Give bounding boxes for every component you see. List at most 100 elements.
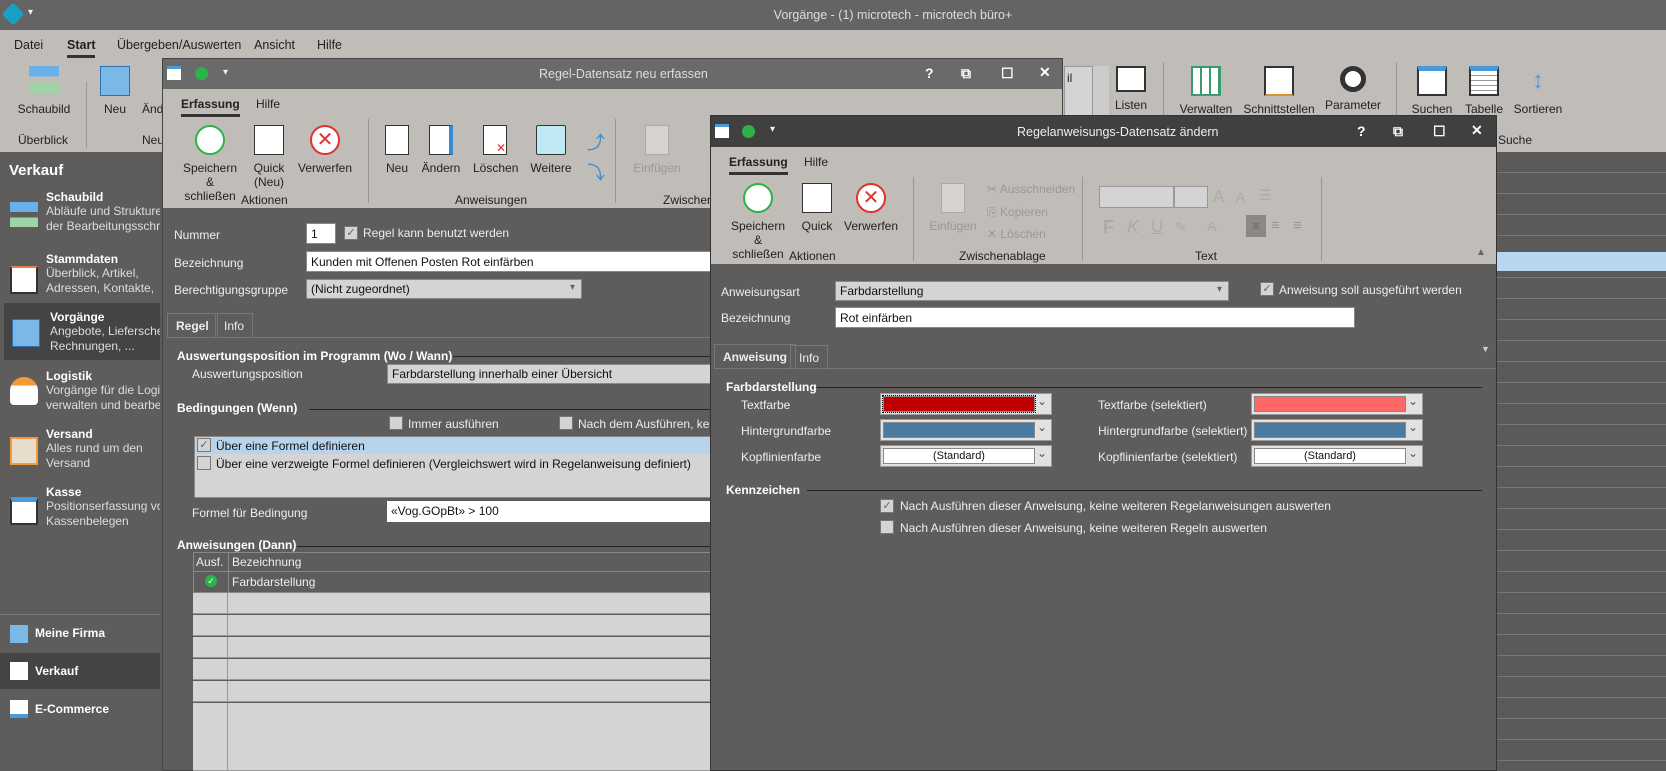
- kopflinienfarbe-picker[interactable]: (Standard): [880, 445, 1052, 467]
- menu-ansicht[interactable]: Ansicht: [254, 38, 295, 52]
- menu-start[interactable]: Start: [67, 38, 96, 58]
- sidebar-bottom-verkauf[interactable]: Verkauf: [0, 653, 160, 689]
- highlight-icon[interactable]: ✎: [1175, 219, 1187, 236]
- sidebar-bottom-meine-firma[interactable]: Meine Firma: [0, 617, 160, 651]
- kopieren-button[interactable]: ⎘ Kopieren: [987, 205, 1048, 220]
- tab-info[interactable]: Info: [790, 345, 829, 370]
- einfuegen-button[interactable]: Einfügen: [633, 125, 681, 175]
- menu-hilfe[interactable]: Hilfe: [317, 38, 342, 52]
- tab-erfassung[interactable]: Erfassung: [729, 155, 788, 175]
- keine-regeln-checkbox[interactable]: [880, 520, 894, 534]
- berechtigungsgruppe-select[interactable]: (Nicht zugeordnet): [306, 279, 582, 299]
- schnittstellen-button[interactable]: Schnittstellen: [1242, 66, 1316, 116]
- empty-row[interactable]: [193, 703, 713, 771]
- kopflinienfarbe-selektiert-picker[interactable]: (Standard): [1251, 445, 1423, 467]
- sidebar-item-logistik[interactable]: LogistikVorgänge für die Logistikverwalt…: [0, 369, 160, 424]
- listen-button[interactable]: Listen: [1113, 66, 1149, 112]
- help-button[interactable]: ?: [1357, 123, 1366, 139]
- quick-new-button[interactable]: Quick (Neu): [251, 125, 287, 189]
- empty-row[interactable]: [193, 681, 713, 702]
- align-left-icon[interactable]: ≡: [1246, 215, 1266, 237]
- restore-button[interactable]: ⧉: [1393, 123, 1403, 140]
- restore-button[interactable]: ⧉: [961, 65, 971, 82]
- regel-aktiv-checkbox[interactable]: ✓: [344, 226, 358, 240]
- anweisung-row[interactable]: ✓ Farbdarstellung: [193, 572, 713, 593]
- tab-hilfe[interactable]: Hilfe: [804, 155, 828, 169]
- sidebar-item-schaubild[interactable]: Schaubild Abläufe und Strukturen der Bearb…: [0, 190, 160, 245]
- hintergrundfarbe-selektiert-picker[interactable]: [1251, 419, 1423, 441]
- tab-info[interactable]: Info: [215, 313, 254, 338]
- collapse-ribbon-icon[interactable]: ▲: [1476, 247, 1486, 258]
- font-shrink-icon[interactable]: A: [1236, 189, 1245, 205]
- option-verzweigt-checkbox[interactable]: [197, 456, 211, 470]
- quick-access-icon[interactable]: ▾: [223, 67, 228, 78]
- align-right-icon[interactable]: ≡: [1293, 217, 1302, 234]
- close-button[interactable]: ✕: [1471, 122, 1483, 139]
- underline-icon[interactable]: U: [1151, 217, 1163, 237]
- font-size-select[interactable]: [1174, 186, 1208, 208]
- aendern-main-button[interactable]: Änd: [142, 102, 163, 116]
- anweisungsart-select[interactable]: Farbdarstellung: [835, 281, 1229, 301]
- sidebar-item-vorgaenge[interactable]: VorgängeAngebote, Lieferscheine,Rechnung…: [4, 303, 160, 360]
- italic-icon[interactable]: K: [1127, 217, 1139, 238]
- tab-hilfe[interactable]: Hilfe: [256, 97, 280, 111]
- font-color-icon[interactable]: A: [1207, 218, 1216, 234]
- align-center-icon[interactable]: ≡: [1271, 217, 1280, 234]
- sidebar-item-versand[interactable]: Versand Alles rund um den Versand: [0, 427, 160, 482]
- suchen-button[interactable]: Suchen: [1410, 66, 1454, 116]
- help-button[interactable]: ?: [925, 65, 934, 81]
- quick-button[interactable]: Quick: [799, 183, 835, 233]
- option-formel-checkbox[interactable]: ✓: [197, 438, 211, 452]
- empty-row[interactable]: [193, 637, 713, 658]
- tabelle-button[interactable]: Tabelle: [1464, 66, 1504, 116]
- hintergrundfarbe-picker[interactable]: [880, 419, 1052, 441]
- tab-menu-icon[interactable]: ▼: [1481, 344, 1490, 354]
- loeschen-button[interactable]: ✕ Löschen: [987, 227, 1046, 241]
- anweisung-ausfuehren-checkbox[interactable]: ✓: [1260, 282, 1274, 296]
- verwalten-button[interactable]: Verwalten: [1178, 66, 1234, 116]
- ausschneiden-button[interactable]: ✂ Ausschneiden: [987, 182, 1075, 196]
- immer-ausfuehren-checkbox[interactable]: [389, 416, 403, 430]
- textfarbe-selektiert-picker[interactable]: [1251, 393, 1423, 415]
- save-close-button[interactable]: Speichern & schließen: [181, 125, 239, 203]
- save-close-button[interactable]: Speichern & schließen: [727, 183, 789, 261]
- close-button[interactable]: ✕: [1039, 64, 1051, 81]
- empty-row[interactable]: [193, 659, 713, 680]
- menu-uebergeben[interactable]: Übergeben/Auswerten: [117, 38, 241, 52]
- anweisung-aendern-button[interactable]: Ändern: [421, 125, 461, 175]
- anweisung-neu-button[interactable]: Neu: [381, 125, 413, 175]
- overview-grid[interactable]: [1497, 152, 1666, 771]
- keine-regelanweisungen-checkbox[interactable]: ✓: [880, 499, 894, 513]
- empty-row[interactable]: [193, 593, 713, 614]
- tab-erfassung[interactable]: Erfassung: [181, 97, 240, 117]
- discard-button[interactable]: ✕ Verwerfen: [297, 125, 353, 175]
- tab-regel[interactable]: Regel: [167, 313, 218, 338]
- sidebar-item-kasse[interactable]: Kasse Positionserfassung von Kassenbelegen: [0, 485, 160, 540]
- col-bezeichnung[interactable]: Bezeichnung: [232, 555, 301, 569]
- bold-icon[interactable]: F: [1103, 217, 1114, 238]
- move-up-icon[interactable]: ⤴: [587, 129, 605, 155]
- font-grow-icon[interactable]: A: [1213, 187, 1224, 207]
- einfuegen-button[interactable]: Einfügen: [929, 183, 977, 233]
- neu-main-button[interactable]: Neu: [100, 66, 130, 116]
- nummer-field[interactable]: 1: [306, 223, 336, 244]
- combo-scrollbar[interactable]: [1092, 66, 1109, 122]
- selected-row[interactable]: [1497, 252, 1666, 271]
- col-ausf[interactable]: Ausf.: [196, 555, 223, 569]
- list-icon[interactable]: ☰: [1259, 187, 1272, 204]
- tab-anweisung[interactable]: Anweisung: [714, 344, 797, 369]
- anweisung-loeschen-button[interactable]: ✕ Löschen: [473, 125, 518, 175]
- bezeichnung-field[interactable]: Kunden mit Offenen Posten Rot einfärben: [306, 251, 726, 272]
- sidebar-item-stammdaten[interactable]: Stammdaten Überblick, Artikel, Adressen, K…: [0, 252, 160, 307]
- maximize-button[interactable]: ☐: [1001, 65, 1014, 82]
- check-icon[interactable]: [195, 67, 208, 80]
- bezeichnung-field[interactable]: Rot einfärben: [835, 307, 1355, 328]
- move-down-icon[interactable]: ⤵: [587, 159, 605, 185]
- maximize-button[interactable]: ☐: [1433, 123, 1446, 140]
- check-icon[interactable]: [742, 125, 755, 138]
- textfarbe-picker[interactable]: [880, 393, 1052, 415]
- font-family-select[interactable]: [1099, 186, 1174, 208]
- nach-ausfuehren-checkbox[interactable]: [559, 416, 573, 430]
- quick-access-icon[interactable]: ▾: [770, 124, 775, 135]
- empty-row[interactable]: [193, 615, 713, 636]
